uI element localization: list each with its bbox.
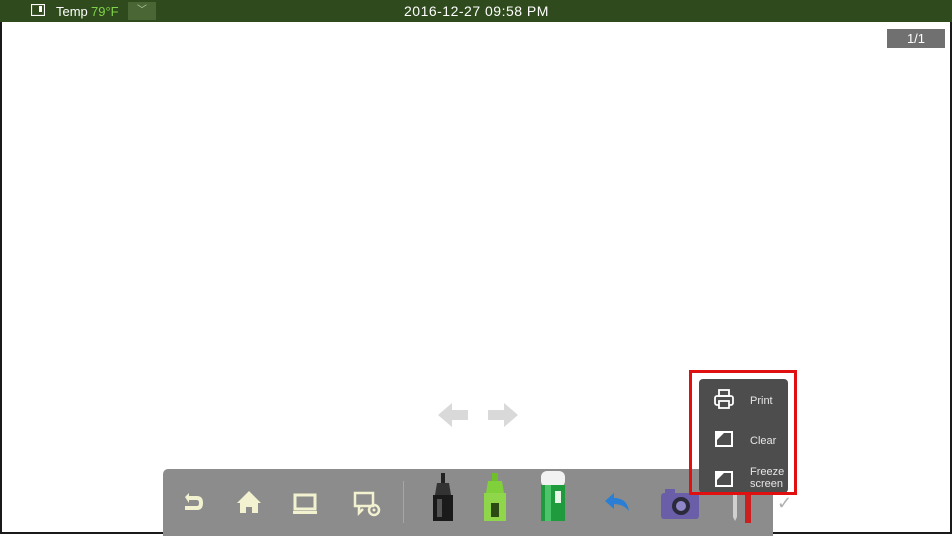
home-icon[interactable] (231, 483, 267, 523)
datetime: 2016-12-27 09:58 PM (404, 3, 549, 19)
toolbar-divider (403, 481, 404, 523)
eraser-icon[interactable] (535, 469, 571, 523)
status-bar: Temp 79°F ﹀ 2016-12-27 09:58 PM (0, 0, 952, 22)
undo-icon[interactable] (599, 483, 635, 523)
temp-label: Temp (56, 4, 88, 19)
screen-settings-icon[interactable] (349, 483, 385, 523)
display-icon[interactable] (287, 483, 323, 523)
green-highlighter-icon[interactable] (477, 471, 513, 523)
window-frame (0, 0, 952, 534)
temp-value: 79°F (91, 4, 119, 19)
checkmark-icon[interactable]: ✓ (777, 493, 792, 514)
thermometer-board-icon (31, 4, 45, 16)
page-indicator: 1/1 (887, 29, 945, 48)
black-pen-icon[interactable] (425, 471, 461, 523)
arrow-right-icon[interactable] (486, 401, 520, 429)
highlight-box (689, 370, 797, 495)
chevron-down-icon[interactable]: ﹀ (128, 2, 156, 20)
bottom-toolbar (163, 469, 773, 536)
back-icon[interactable] (175, 483, 211, 523)
arrow-left-icon[interactable] (436, 401, 470, 429)
